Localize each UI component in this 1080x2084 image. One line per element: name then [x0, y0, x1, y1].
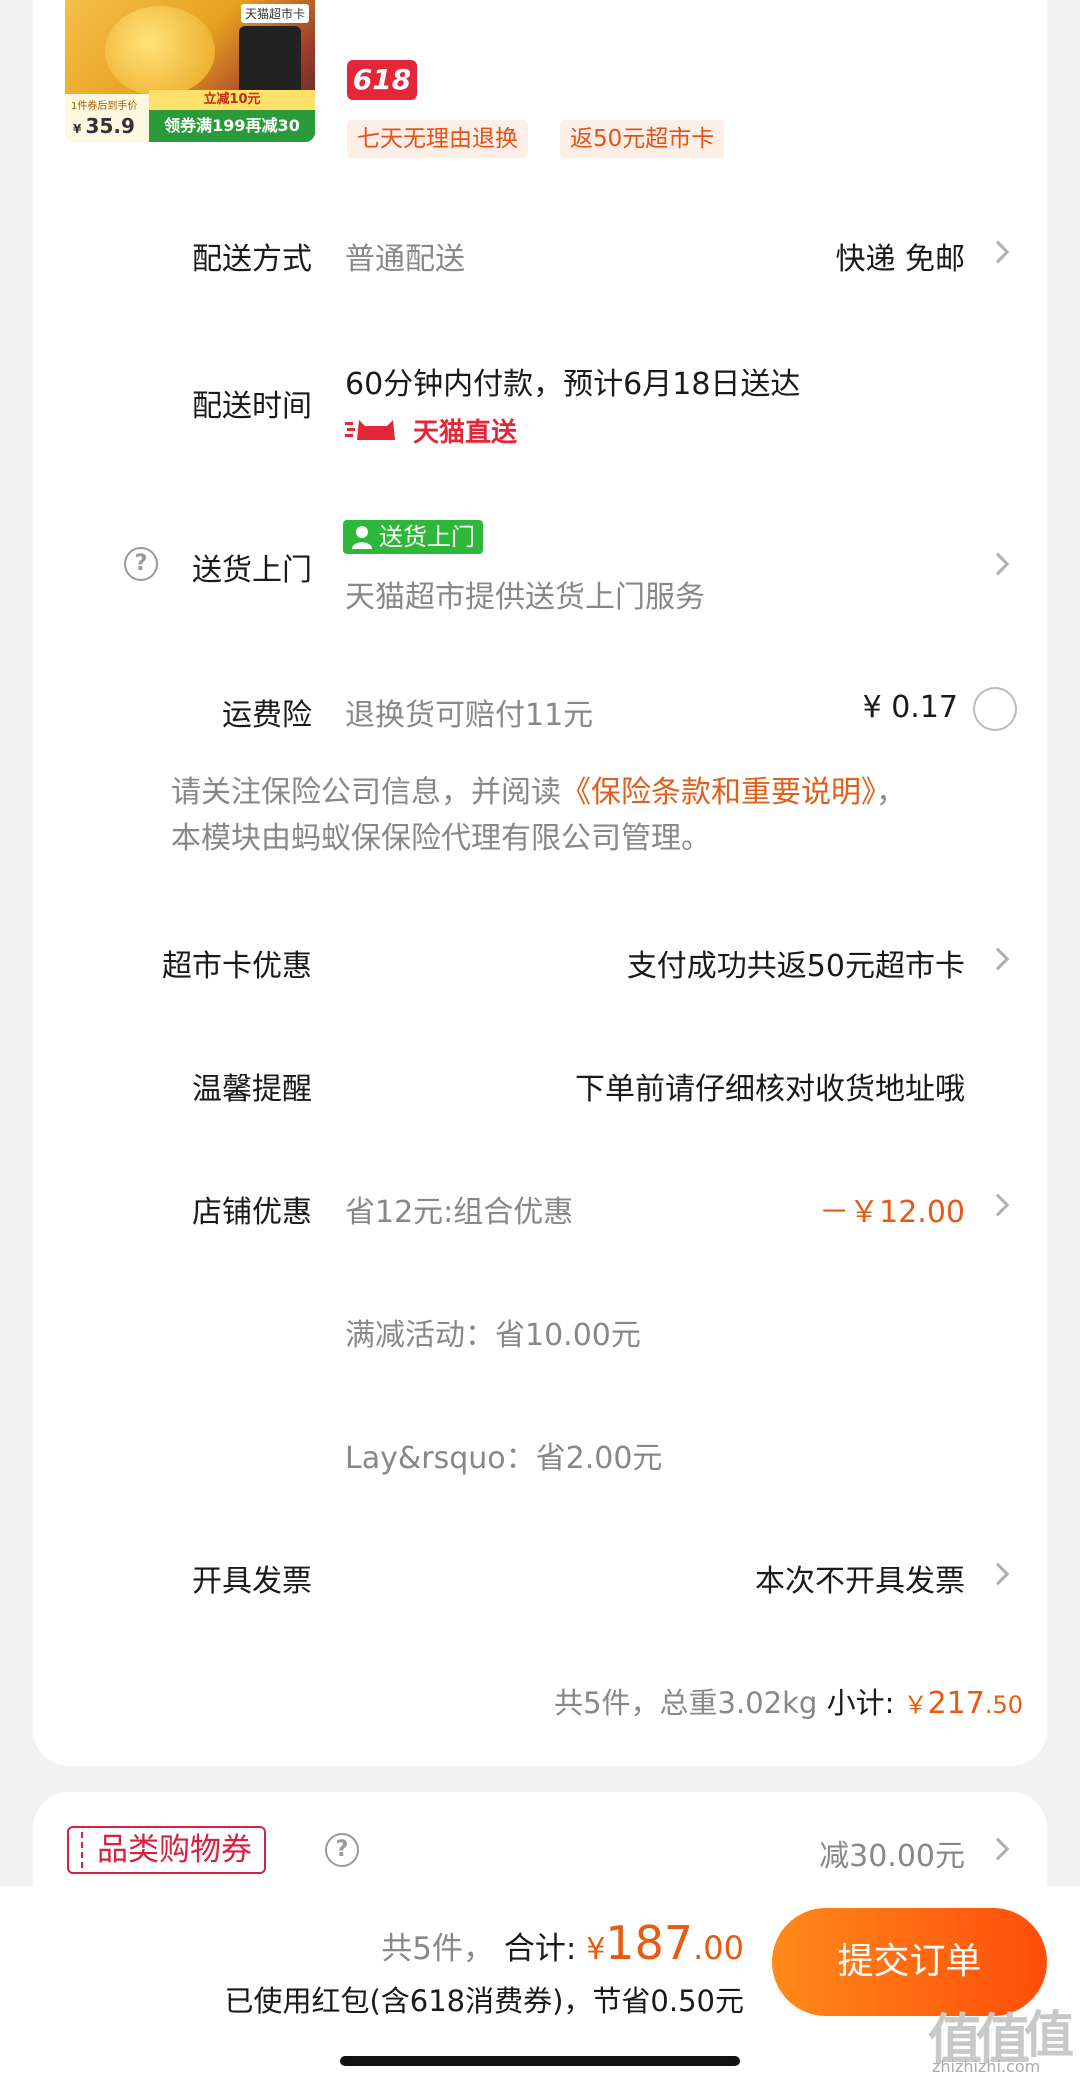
tag-card: 返50元超市卡: [560, 120, 725, 158]
home-indicator[interactable]: [340, 2056, 740, 2066]
total-int: 187: [605, 1916, 694, 1970]
total-label: 合计:: [503, 1931, 577, 1967]
store-discount-sub2: Lay&rsquo：省2.00元: [345, 1441, 663, 1476]
delivery-time-label: 配送时间: [192, 389, 312, 424]
subtotal-summary: 共5件，总重3.02kg: [554, 1686, 818, 1720]
delivery-method-right[interactable]: 快递 免邮: [835, 234, 965, 278]
shipping-insurance-radio[interactable]: [973, 687, 1017, 731]
shipping-insurance-price: ¥ 0.17: [862, 690, 958, 725]
snack-image: [105, 6, 215, 96]
store-discount-sub1: 满减活动：省10.00元: [345, 1318, 641, 1353]
total-dec: .00: [693, 1929, 744, 1967]
subtotal-line: 共5件，总重3.02kg 小计: ￥217.50: [554, 1680, 1023, 1722]
notice-suffix: ，: [876, 775, 906, 810]
insurance-terms-link[interactable]: 《保险条款和重要说明》: [561, 775, 876, 810]
shipping-insurance-value: 退换货可赔付11元: [345, 698, 594, 733]
door-delivery-badge-text: 送货上门: [379, 523, 475, 551]
delivery-method-label: 配送方式: [192, 242, 312, 277]
category-coupon-tag: 品类购物券: [67, 1826, 266, 1874]
category-coupon-value[interactable]: 减30.00元: [819, 1831, 965, 1875]
delivery-method-value: 普通配送: [345, 242, 465, 277]
insurance-notice: 请关注保险公司信息，并阅读《保险条款和重要说明》， 本模块由蚂蚁保保险代理有限公…: [171, 770, 1021, 862]
delivery-time-value: 60分钟内付款，预计6月18日送达: [345, 367, 801, 402]
notice-prefix: 请关注保险公司信息，并阅读: [171, 775, 561, 810]
tmall-cat-icon: [345, 420, 395, 440]
shipping-insurance-label: 运费险: [222, 698, 312, 733]
market-card-value[interactable]: 支付成功共返50元超市卡: [627, 941, 965, 985]
reminder-label: 温馨提醒: [192, 1072, 312, 1107]
invoice-label: 开具发票: [192, 1564, 312, 1599]
help-icon[interactable]: ?: [124, 547, 158, 581]
thumb-tag: 天猫超市卡: [240, 4, 309, 23]
reminder-value: 下单前请仔细核对收货地址哦: [575, 1072, 965, 1107]
watermark-url: zhizhizhi.com: [932, 2057, 1041, 2076]
total-count: 共5件，: [381, 1931, 495, 1967]
person-icon: [352, 526, 372, 549]
badge-618: 618: [347, 60, 417, 100]
subtotal-price: ￥217.50: [903, 1686, 1023, 1721]
market-card-label: 超市卡优惠: [162, 949, 312, 984]
notice-line2: 本模块由蚂蚁保保险代理有限公司管理。: [171, 821, 711, 856]
tmall-direct-label: 天猫直送: [413, 418, 518, 448]
help-icon[interactable]: ?: [325, 1833, 359, 1867]
tag-return: 七天无理由退换: [347, 120, 528, 158]
door-delivery-badge: 送货上门: [343, 520, 483, 554]
store-discount-label: 店铺优惠: [192, 1195, 312, 1230]
saved-line: 已使用红包(含618消费券)，节省0.50元: [224, 1984, 744, 2018]
coupon-dash: [81, 1832, 83, 1868]
invoice-value[interactable]: 本次不开具发票: [755, 1556, 965, 1600]
thumb-cut: 立减10元: [149, 90, 315, 110]
door-delivery-label: 送货上门: [192, 553, 312, 588]
category-coupon-label: 品类购物券: [97, 1832, 252, 1868]
thumb-coupon: 领券满199再减30: [149, 110, 315, 142]
watermark-logo: 值 值 值 zhizhizhi.com: [928, 1995, 1074, 2080]
store-discount-amount[interactable]: －￥12.00: [819, 1187, 965, 1231]
store-discount-value: 省12元:组合优惠: [345, 1195, 574, 1230]
thumb-price: ¥ 35.9: [73, 114, 135, 138]
total-yen: ¥: [586, 1932, 606, 1967]
total-line: 共5件， 合计: ¥187.00: [381, 1916, 744, 1970]
door-delivery-desc: 天猫超市提供送货上门服务: [345, 580, 705, 615]
subtotal-label: 小计:: [826, 1686, 895, 1720]
product-thumbnail[interactable]: 天猫超市卡 1件券后到手价 ¥ 35.9 立减10元 领券满199再减30: [65, 0, 315, 142]
thumb-note: 1件券后到手价: [71, 101, 138, 112]
